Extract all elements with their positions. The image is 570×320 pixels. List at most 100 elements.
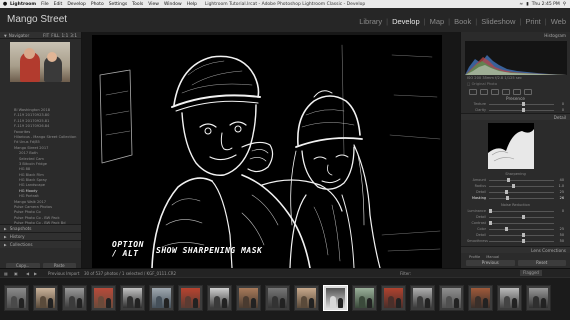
menu-settings[interactable]: Settings	[109, 2, 127, 7]
detail-preview[interactable]	[488, 123, 534, 169]
lens-corrections-header[interactable]: Lens Corrections	[461, 246, 570, 253]
slider-knob[interactable]	[489, 221, 492, 225]
filmstrip-thumbnail[interactable]	[323, 285, 348, 311]
radial-filter-icon[interactable]	[513, 88, 521, 95]
module-map[interactable]: Map	[429, 17, 446, 26]
slider-value[interactable]: 25	[554, 227, 564, 231]
tab-profile[interactable]: Profile	[469, 255, 480, 259]
clock[interactable]: Thu 2:45 PM	[532, 2, 560, 7]
graduated-filter-icon[interactable]	[502, 88, 510, 95]
filmstrip-thumbnail[interactable]	[149, 285, 174, 311]
slider-knob[interactable]	[506, 178, 510, 182]
filmstrip-thumbnail[interactable]	[62, 285, 87, 311]
filmstrip-thumbnail[interactable]	[381, 285, 406, 311]
zoom-1-1[interactable]: 1:1	[62, 33, 69, 38]
slider-track[interactable]	[489, 227, 554, 231]
slider-knob[interactable]	[505, 227, 509, 231]
source-label[interactable]: Previous Import	[48, 271, 79, 276]
filmstrip-thumbnail[interactable]	[236, 285, 261, 311]
sharpening-mask-image[interactable]: OPTION / ALT SHOW SHARPENING MASK	[92, 35, 442, 268]
menu-help[interactable]: Help	[187, 2, 197, 7]
filmstrip-thumbnail[interactable]	[410, 285, 435, 311]
menu-edit[interactable]: Edit	[54, 2, 63, 7]
wifi-icon[interactable]: ≈	[519, 2, 523, 7]
slider-knob[interactable]	[521, 239, 525, 243]
module-library[interactable]: Library	[358, 17, 383, 26]
slider-value[interactable]: 26	[554, 196, 564, 200]
zoom-fit[interactable]: FIT	[43, 33, 49, 38]
grid-view-icon[interactable]: ▦	[4, 271, 8, 276]
module-web[interactable]: Web	[550, 17, 567, 26]
filmstrip-thumbnail[interactable]	[352, 285, 377, 311]
module-slideshow[interactable]: Slideshow	[480, 17, 516, 26]
filmstrip-thumbnail[interactable]	[91, 285, 116, 311]
slider-knob[interactable]	[521, 233, 525, 237]
spot-removal-icon[interactable]	[480, 88, 488, 95]
brush-icon[interactable]	[524, 88, 532, 95]
identity-plate[interactable]: Mango Street	[7, 14, 67, 25]
slider-masking[interactable]: Masking 26	[461, 195, 570, 201]
slider-knob[interactable]	[521, 102, 525, 106]
filmstrip-thumbnail[interactable]	[178, 285, 203, 311]
navigator-header[interactable]: ▼ Navigator FIT FILL 1:1 3:1	[0, 32, 81, 39]
filmstrip-thumbnail[interactable]	[439, 285, 464, 311]
slider-smoothness[interactable]: Smoothness 50	[461, 238, 570, 244]
previous-button[interactable]: Previous	[466, 260, 515, 266]
search-icon[interactable]: ⚲	[563, 2, 566, 7]
module-book[interactable]: Book	[453, 17, 472, 26]
filmstrip-thumbnail[interactable]	[294, 285, 319, 311]
section-snapshots[interactable]: ▶ Snapshots	[0, 224, 81, 232]
histogram-header[interactable]: Histogram	[461, 32, 570, 39]
slider-knob[interactable]	[521, 108, 525, 112]
apple-icon[interactable]: ●	[0, 1, 10, 7]
slider-knob[interactable]	[489, 209, 492, 213]
red-eye-icon[interactable]	[491, 88, 499, 95]
crop-tool-icon[interactable]	[469, 88, 477, 95]
menu-app-name[interactable]: Lightroom	[10, 2, 36, 7]
filmstrip-thumbnail[interactable]	[33, 285, 58, 311]
reset-button[interactable]: Reset	[517, 260, 566, 266]
forward-arrow-icon[interactable]: ▶	[34, 271, 37, 276]
menu-photo[interactable]: Photo	[91, 2, 104, 7]
filmstrip-thumbnail[interactable]	[4, 285, 29, 311]
slider-knob[interactable]	[511, 184, 515, 188]
zoom-3-1[interactable]: 3:1	[70, 33, 77, 38]
module-print[interactable]: Print	[524, 17, 541, 26]
slider-track[interactable]	[489, 233, 554, 237]
filmstrip-thumbnail[interactable]	[526, 285, 551, 311]
menu-file[interactable]: File	[41, 2, 49, 7]
menu-develop[interactable]: Develop	[67, 2, 86, 7]
slider-value[interactable]: 50	[554, 239, 564, 243]
filmstrip-thumbnail[interactable]	[265, 285, 290, 311]
zoom-fill[interactable]: FILL	[51, 33, 59, 38]
section-history[interactable]: ▶ History	[0, 232, 81, 240]
checkbox-icon[interactable]: □	[467, 82, 470, 86]
slider-track[interactable]	[489, 184, 554, 188]
filter-dropdown[interactable]: Flagged	[520, 270, 542, 276]
module-develop[interactable]: Develop	[391, 17, 421, 26]
menu-view[interactable]: View	[148, 2, 159, 7]
navigator-preview[interactable]	[10, 42, 70, 82]
slider-track[interactable]	[489, 209, 554, 213]
slider-value[interactable]: 25	[554, 190, 564, 194]
slider-track[interactable]	[489, 215, 554, 219]
slider-knob[interactable]	[521, 215, 525, 219]
slider-value[interactable]: 50	[554, 233, 564, 237]
slider-value[interactable]: 1.0	[554, 184, 564, 188]
menu-tools[interactable]: Tools	[132, 2, 143, 7]
section-collections[interactable]: ▶ Collections	[0, 240, 81, 248]
secondary-display-icon[interactable]: ▣	[14, 271, 18, 276]
battery-icon[interactable]: ▮	[526, 2, 528, 7]
menu-window[interactable]: Window	[164, 2, 182, 7]
slider-knob[interactable]	[505, 190, 509, 194]
filmstrip-thumbnail[interactable]	[207, 285, 232, 311]
slider-track[interactable]	[489, 196, 554, 200]
histogram[interactable]	[465, 41, 567, 75]
filmstrip-thumbnail[interactable]	[497, 285, 522, 311]
slider-knob[interactable]	[505, 196, 509, 200]
filmstrip-thumbnail[interactable]	[468, 285, 493, 311]
slider-track[interactable]	[489, 190, 554, 194]
slider-track[interactable]	[489, 178, 554, 182]
slider-value[interactable]: 40	[554, 178, 564, 182]
slider-track[interactable]	[489, 239, 554, 243]
